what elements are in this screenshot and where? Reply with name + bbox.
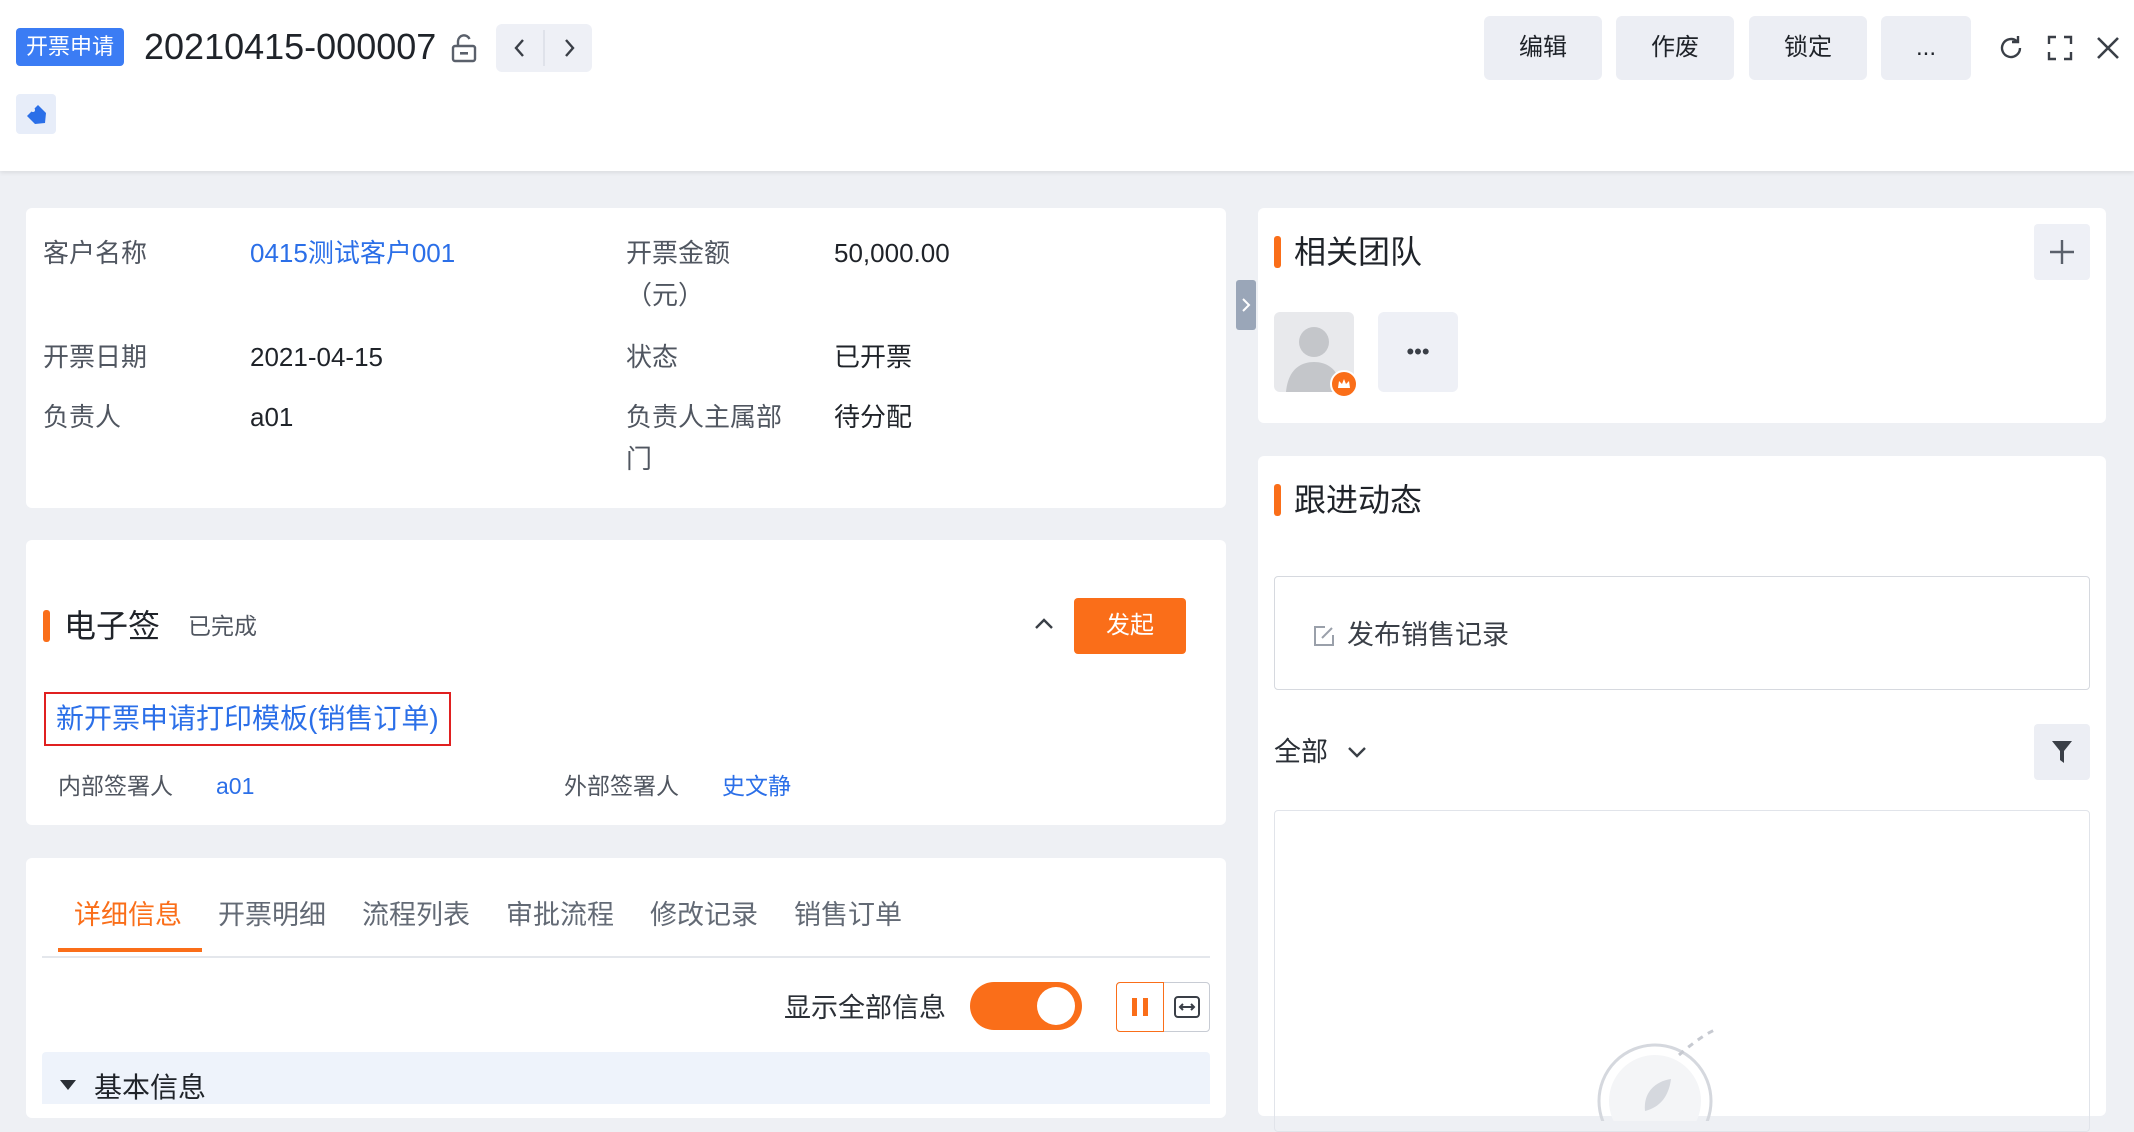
refresh-icon[interactable] [1995,32,2027,64]
caret-down-icon [60,1080,76,1090]
followup-card: 跟进动态 发布销售记录 全部 [1258,456,2106,1132]
chevron-left-icon[interactable] [496,24,543,72]
tab-change-log[interactable]: 修改记录 [650,880,758,950]
field-value-date: 2021-04-15 [250,342,383,372]
collapse-panel-icon[interactable] [1236,280,1256,330]
esign-card: 电子签 已完成 发起 新开票申请打印模板(销售订单) 内部签署人 a01 外部签… [26,540,1226,825]
empty-state-illustration [1597,1027,1718,1121]
tab-divider [42,956,1210,958]
publish-record-label: 发布销售记录 [1347,620,1509,650]
active-tab-indicator [58,948,202,952]
field-label-status: 状态 [626,342,679,372]
summary-card: 客户名称 0415测试客户001 开票金额（元） 50,000.00 开票日期 … [26,208,1226,508]
chevron-down-icon[interactable] [1346,742,1368,762]
section-accent [1274,484,1281,516]
chevron-up-icon[interactable] [1026,606,1062,642]
plus-icon [2050,240,2074,264]
lock-button[interactable]: 锁定 [1749,16,1867,80]
record-title: 20210415-000007 [144,26,437,67]
field-label-customer: 客户名称 [43,238,148,268]
basic-info-section[interactable]: 基本信息 [42,1052,1210,1104]
more-actions-button[interactable]: ... [1881,16,1971,80]
object-type-badge: 开票申请 [16,28,125,66]
tab-approval-flow[interactable]: 审批流程 [506,880,614,950]
record-navigation [496,24,592,72]
section-accent [43,610,50,642]
more-members-button[interactable]: ••• [1378,312,1458,392]
layout-switch [1116,982,1210,1032]
field-label-department: 负责人主属部门 [626,402,783,474]
section-accent [1274,236,1281,268]
pause-icon[interactable] [1116,982,1164,1032]
esign-template-link[interactable]: 新开票申请打印模板(销售订单) [44,692,451,746]
esign-title: 电子签 [64,608,161,644]
field-label-date: 开票日期 [43,342,148,372]
tab-invoice-lines[interactable]: 开票明细 [218,880,326,950]
team-title: 相关团队 [1294,234,1423,270]
publish-record-box[interactable]: 发布销售记录 [1274,576,2090,690]
esign-status: 已完成 [188,613,257,639]
team-card: 相关团队 ••• [1258,208,2106,423]
record-header: 开票申请 20210415-000007 编辑 作废 锁定 ... [0,0,2134,171]
show-all-label: 显示全部信息 [784,993,946,1023]
launch-button[interactable]: 发起 [1074,598,1186,654]
field-label-amount: 开票金额（元） [626,238,731,310]
field-value-status: 已开票 [834,342,913,372]
followup-title: 跟进动态 [1294,482,1423,518]
external-signer-label: 外部签署人 [564,773,679,799]
crown-icon [1330,370,1358,398]
tab-sales-order[interactable]: 销售订单 [794,880,902,950]
filter-icon[interactable] [2034,724,2090,780]
field-value-owner: a01 [250,402,294,432]
basic-info-title: 基本信息 [94,1072,207,1103]
external-signer-link[interactable]: 史文静 [722,770,791,802]
field-label-owner: 负责人 [43,402,122,432]
filter-select-value[interactable]: 全部 [1274,732,1328,772]
internal-signer-label: 内部签署人 [58,773,173,799]
unlock-icon[interactable] [450,33,478,63]
internal-signer-link[interactable]: a01 [216,770,254,802]
chevron-right-icon[interactable] [545,24,592,72]
field-value-department: 待分配 [834,402,913,432]
tab-process-list[interactable]: 流程列表 [362,880,470,950]
close-icon[interactable] [2092,32,2124,64]
field-value-amount: 50,000.00 [834,238,950,268]
customer-link[interactable]: 0415测试客户001 [250,232,455,274]
void-button[interactable]: 作废 [1616,16,1734,80]
tab-detail-info[interactable]: 详细信息 [74,880,182,950]
activity-list-empty [1274,810,2090,1132]
toggle-knob [1037,987,1075,1025]
fullscreen-icon[interactable] [2044,32,2076,64]
tag-icon[interactable] [16,94,56,134]
fit-width-icon[interactable] [1164,983,1209,1031]
show-all-toggle[interactable] [970,982,1082,1030]
edit-button[interactable]: 编辑 [1484,16,1602,80]
edit-icon [1311,623,1337,649]
add-member-button[interactable] [2034,224,2090,280]
